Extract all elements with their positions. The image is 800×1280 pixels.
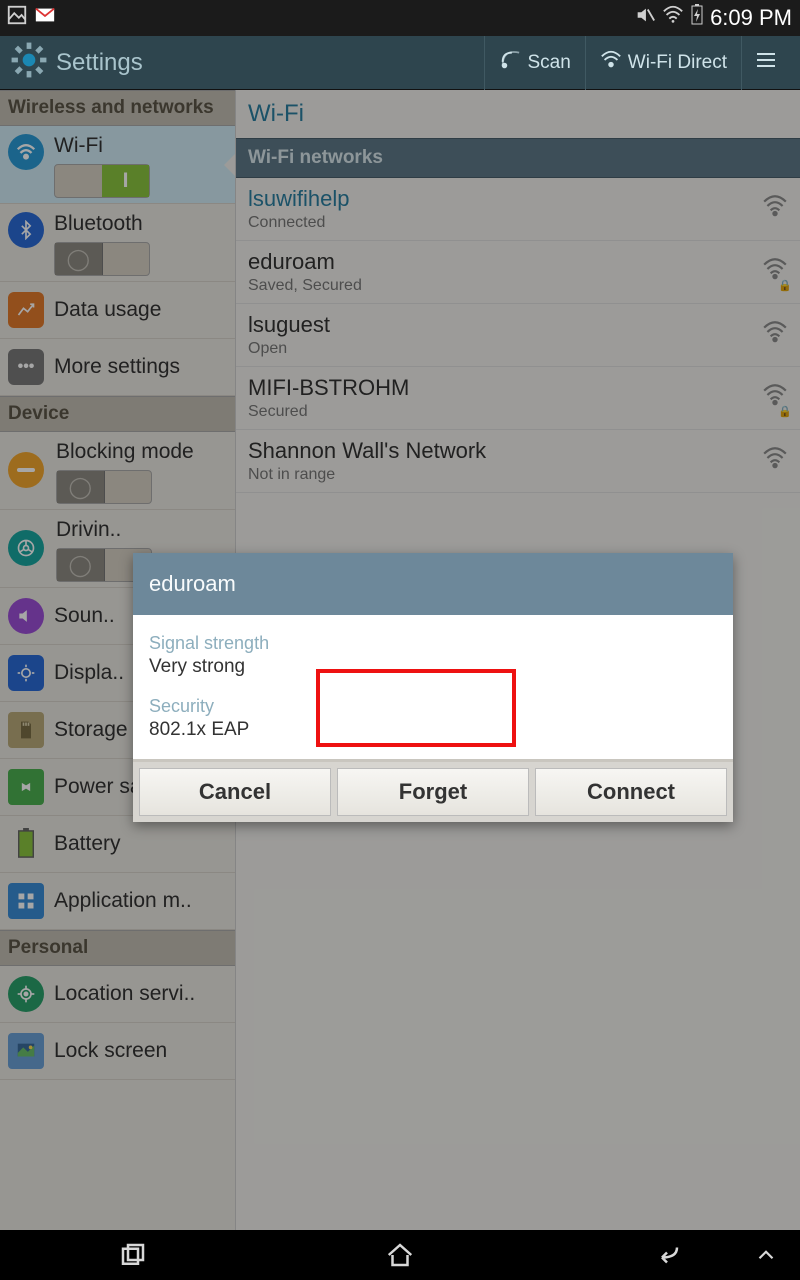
page-title: Settings: [56, 49, 143, 77]
forget-button[interactable]: Forget: [337, 768, 529, 816]
dialog-title: eduroam: [133, 553, 733, 615]
battery-charging-icon: [690, 4, 704, 32]
security-value: 802.1x EAP: [149, 719, 717, 741]
content-area: Wireless and networks Wi-Fi I Bluetooth …: [0, 90, 800, 1230]
mute-icon: [634, 4, 656, 32]
wifi-direct-button[interactable]: Wi-Fi Direct: [585, 36, 741, 90]
menu-icon: [754, 48, 778, 78]
gmail-icon: [34, 4, 56, 32]
scan-button[interactable]: Scan: [484, 36, 584, 90]
cancel-button[interactable]: Cancel: [139, 768, 331, 816]
back-button[interactable]: [649, 1237, 685, 1273]
wifi-direct-icon: [600, 49, 622, 77]
recent-apps-button[interactable]: [115, 1237, 151, 1273]
wifi-icon: [662, 4, 684, 32]
home-button[interactable]: [382, 1237, 418, 1273]
menu-button[interactable]: [741, 36, 790, 90]
network-dialog: eduroam Signal strength Very strong Secu…: [133, 553, 733, 822]
signal-strength-value: Very strong: [149, 656, 717, 678]
status-bar: 6:09 PM: [0, 0, 800, 36]
connect-button[interactable]: Connect: [535, 768, 727, 816]
expand-button[interactable]: [748, 1237, 784, 1273]
nav-bar: [0, 1230, 800, 1280]
wifi-direct-label: Wi-Fi Direct: [628, 52, 727, 74]
picture-icon: [6, 4, 28, 32]
clock: 6:09 PM: [710, 5, 792, 31]
settings-gear-icon: [10, 41, 48, 84]
scan-icon: [499, 49, 521, 77]
scan-label: Scan: [527, 52, 570, 74]
signal-strength-label: Signal strength: [149, 633, 717, 654]
security-label: Security: [149, 696, 717, 717]
action-bar: Settings Scan Wi-Fi Direct: [0, 36, 800, 90]
